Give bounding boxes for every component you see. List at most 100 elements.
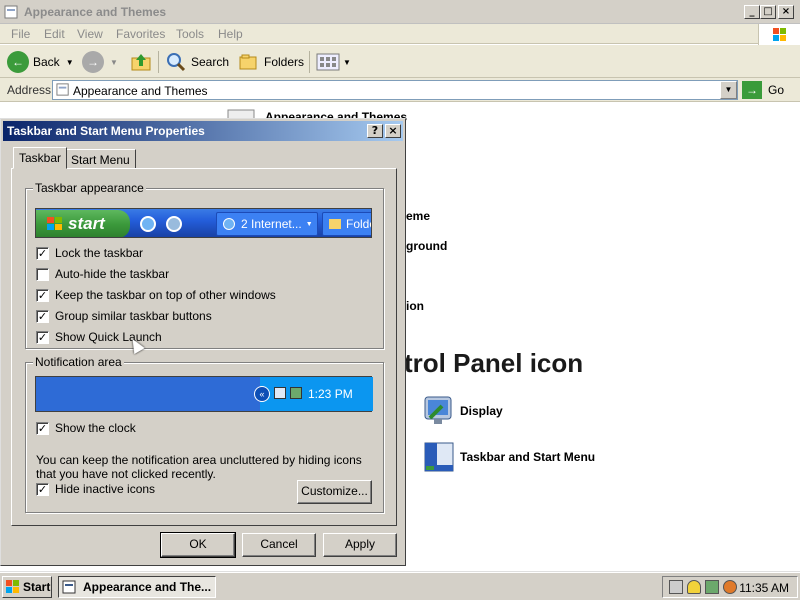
go-arrow-icon: → [742, 81, 762, 99]
windows-flag-icon [6, 580, 19, 593]
menu-file[interactable]: File [11, 27, 30, 41]
checkbox-checked-icon: ✓ [36, 246, 49, 260]
taskbar-start-menu-label: Taskbar and Start Menu [460, 450, 596, 464]
dialog-close-button[interactable]: × [385, 124, 401, 138]
tab-taskbar[interactable]: Taskbar [13, 147, 68, 169]
menu-tools[interactable]: Tools [176, 27, 204, 41]
security-shield-icon[interactable] [687, 580, 701, 594]
taskbar-task-appearance[interactable]: Appearance and The... [58, 576, 216, 598]
menu-bar: File Edit View Favorites Tools Help [0, 24, 800, 44]
task-link-resolution[interactable]: ion [406, 299, 424, 313]
address-input[interactable]: Appearance and Themes ▼ [52, 80, 738, 100]
menu-help[interactable]: Help [218, 27, 243, 41]
back-label: Back [33, 55, 60, 69]
back-arrow-icon: ← [7, 51, 29, 73]
menu-favorites[interactable]: Favorites [116, 27, 165, 41]
auto-hide-checkbox[interactable]: Auto-hide the taskbar [36, 267, 169, 281]
go-button[interactable]: → Go [742, 81, 784, 99]
checkbox-checked-icon: ✓ [36, 309, 49, 323]
show-clock-checkbox[interactable]: ✓ Show the clock [36, 421, 136, 435]
start-label: Start [23, 580, 51, 594]
checkbox-unchecked-icon [36, 267, 49, 281]
dialog-title: Taskbar and Start Menu Properties [7, 124, 205, 138]
taskbar-properties-dialog: Taskbar and Start Menu Properties ? × Ta… [0, 118, 406, 566]
appearance-folder-icon [56, 83, 69, 96]
taskbar-appearance-label: Taskbar appearance [33, 181, 146, 195]
start-button[interactable]: Start [2, 576, 52, 598]
taskbar-tab-panel: Taskbar appearance start 2 Internet... ▼ [11, 168, 397, 526]
checkbox-checked-icon: ✓ [36, 330, 49, 344]
folders-label: Folders [264, 55, 305, 69]
forward-dropdown-icon[interactable]: ▼ [110, 58, 118, 67]
notification-note: You can keep the notification area unclu… [36, 453, 362, 481]
tab-start-menu[interactable]: Start Menu [65, 149, 136, 169]
taskbar-start-menu-icon [424, 442, 454, 472]
toolbar-separator [309, 51, 310, 73]
ok-button[interactable]: OK [160, 532, 236, 558]
network-icon [274, 387, 286, 399]
toolbar-separator [158, 51, 159, 73]
cancel-button[interactable]: Cancel [242, 533, 316, 557]
folders-icon [239, 54, 257, 70]
close-button[interactable]: × [778, 5, 794, 19]
forward-arrow-icon: → [82, 51, 104, 73]
quick-launch-ie-icon [140, 216, 156, 232]
menu-view[interactable]: View [77, 27, 103, 41]
checkbox-label: Group similar taskbar buttons [55, 309, 212, 323]
search-label: Search [191, 55, 230, 69]
windows-logo [758, 24, 800, 45]
apply-button[interactable]: Apply [323, 533, 397, 557]
checkbox-label: Lock the taskbar [55, 246, 144, 260]
standard-toolbar: ← Back ▼ → ▼ Search Folders ▼ [0, 45, 800, 78]
search-button[interactable]: Search [165, 49, 229, 75]
preview-task-internet: 2 Internet... ▼ [216, 212, 318, 236]
help-button[interactable]: ? [367, 124, 383, 138]
network-status-icon[interactable] [705, 580, 719, 594]
minimize-button[interactable]: _ [744, 5, 760, 19]
task-link-background[interactable]: ground [406, 239, 447, 253]
folder-window-icon [62, 580, 76, 594]
customize-button[interactable]: Customize... [297, 480, 372, 504]
quick-launch-outlook-icon [166, 216, 182, 232]
keyboard-icon[interactable] [669, 580, 683, 594]
keep-on-top-checkbox[interactable]: ✓ Keep the taskbar on top of other windo… [36, 288, 276, 302]
checkbox-checked-icon: ✓ [36, 482, 49, 496]
group-similar-checkbox[interactable]: ✓ Group similar taskbar buttons [36, 309, 212, 323]
forward-button[interactable]: → ▼ [82, 49, 118, 75]
go-label: Go [768, 83, 785, 97]
views-dropdown-icon[interactable]: ▼ [343, 58, 351, 67]
task-link-theme[interactable]: eme [406, 209, 430, 223]
show-quick-launch-checkbox[interactable]: ✓ Show Quick Launch [36, 330, 162, 344]
back-button[interactable]: ← Back ▼ [7, 49, 74, 75]
checkbox-label: Keep the taskbar on top of other windows [55, 288, 276, 302]
tray-app-icon [290, 387, 302, 399]
views-button[interactable]: ▼ [316, 49, 351, 75]
taskbar-preview: start 2 Internet... ▼ Folde [35, 208, 372, 238]
menu-edit[interactable]: Edit [44, 27, 65, 41]
dialog-title-bar: Taskbar and Start Menu Properties ? × [3, 121, 403, 141]
maximize-button[interactable]: □ [760, 5, 776, 19]
lock-taskbar-checkbox[interactable]: ✓ Lock the taskbar [36, 246, 143, 260]
preview-clock: 1:23 PM [308, 387, 353, 401]
display-label: Display [460, 404, 503, 418]
back-dropdown-icon[interactable]: ▼ [66, 58, 74, 67]
up-button[interactable] [130, 49, 152, 75]
preview-start-label: start [68, 214, 105, 233]
checkbox-label: Show Quick Launch [55, 330, 162, 344]
search-tray-icon[interactable] [723, 580, 737, 594]
notification-area-label: Notification area [33, 355, 124, 369]
hide-inactive-icons-checkbox[interactable]: ✓ Hide inactive icons [36, 482, 155, 496]
address-dropdown-icon[interactable]: ▼ [720, 81, 737, 99]
folders-button[interactable]: Folders [238, 49, 304, 75]
windows-flag-icon [773, 28, 786, 41]
checkbox-checked-icon: ✓ [36, 288, 49, 302]
taskbar-start-menu-control-panel-item[interactable]: Taskbar and Start Menu [422, 440, 595, 474]
folder-icon [329, 219, 341, 229]
address-bar: Address Appearance and Themes ▼ → Go [0, 78, 800, 102]
preview-task-label: Folde [346, 217, 371, 231]
windows-flag-icon [47, 217, 62, 230]
folder-up-icon [131, 54, 151, 71]
window-title: Appearance and Themes [24, 5, 167, 19]
preview-task-label: 2 Internet... [241, 217, 302, 231]
display-control-panel-item[interactable]: Display [422, 394, 503, 428]
